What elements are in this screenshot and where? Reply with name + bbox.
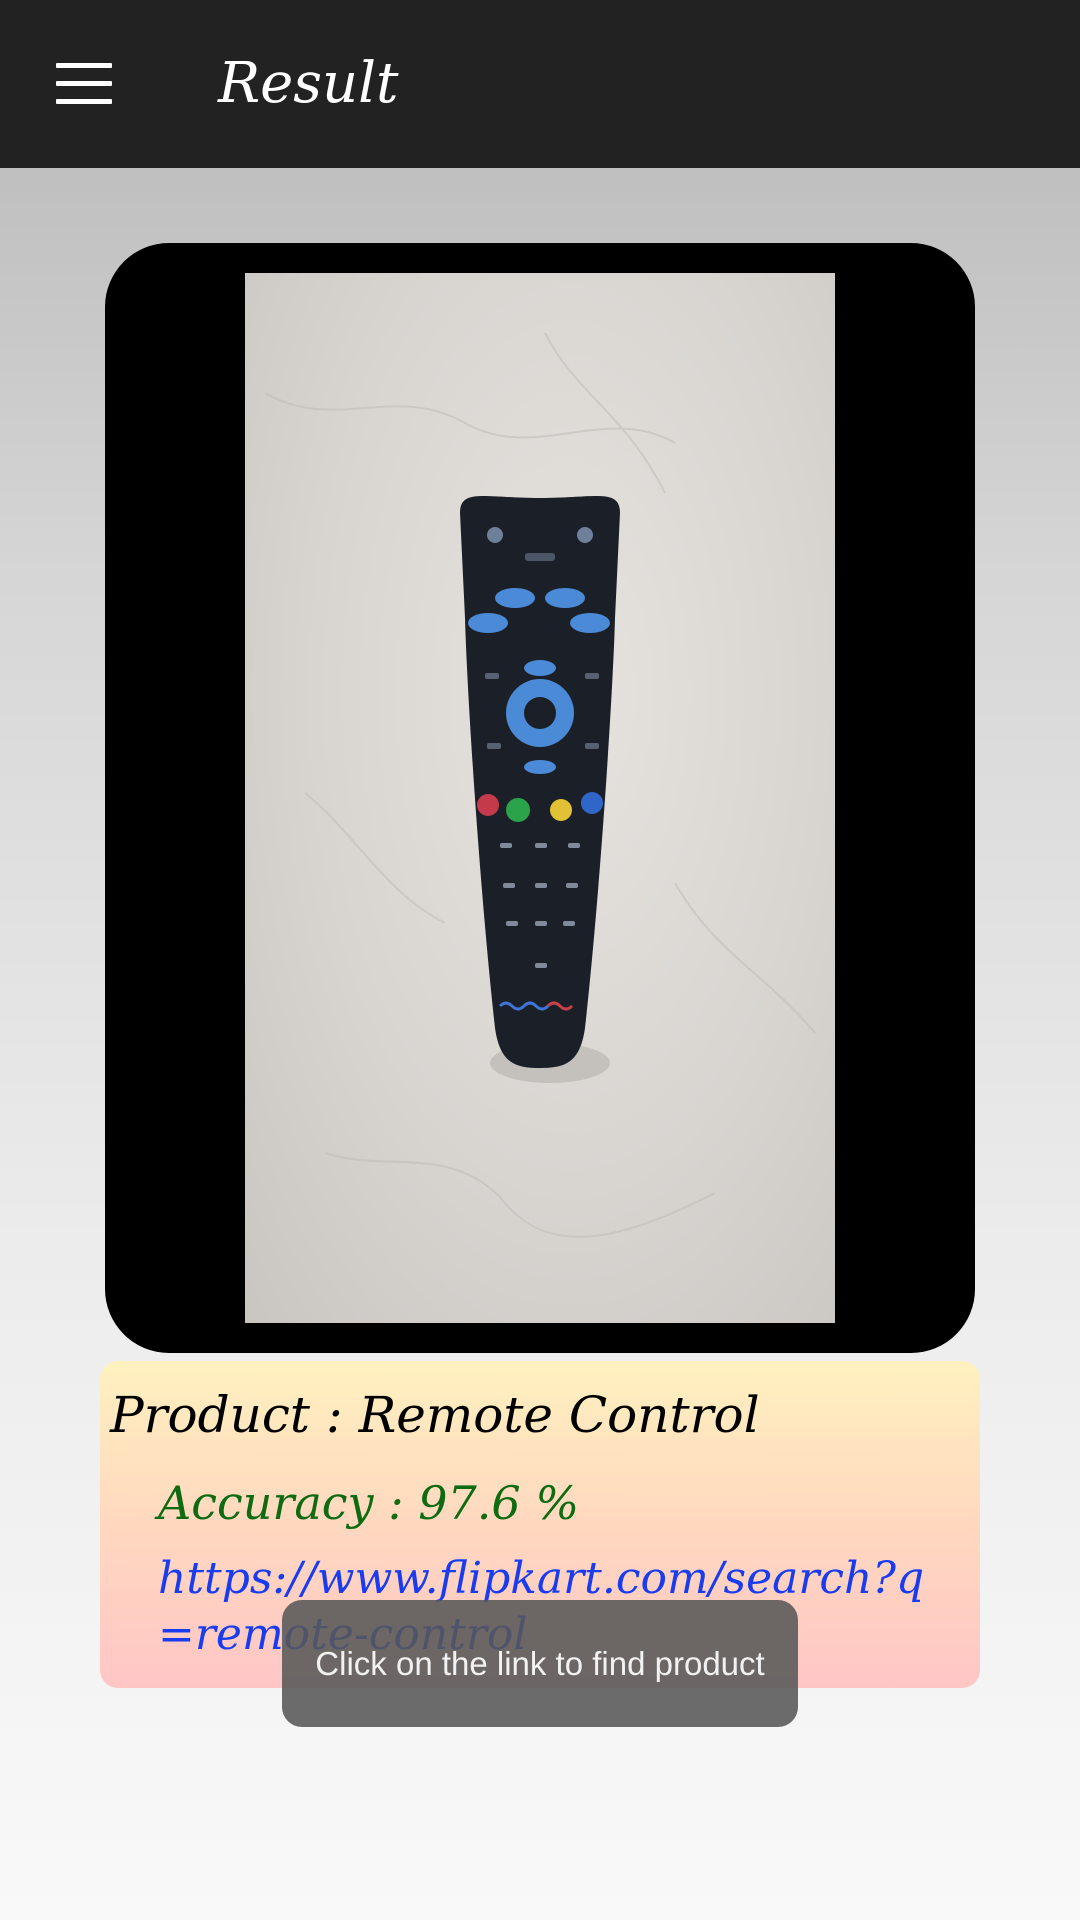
accuracy-label: Accuracy : 97.6 %	[158, 1476, 580, 1530]
page-title: Result	[218, 51, 399, 116]
toast-message: Click on the link to find product	[282, 1600, 798, 1727]
product-label: Product : Remote Control	[110, 1386, 760, 1444]
hamburger-menu-icon[interactable]	[40, 50, 128, 120]
product-photo	[245, 273, 835, 1323]
app-bar: Result	[0, 0, 1080, 168]
image-card	[105, 243, 975, 1353]
